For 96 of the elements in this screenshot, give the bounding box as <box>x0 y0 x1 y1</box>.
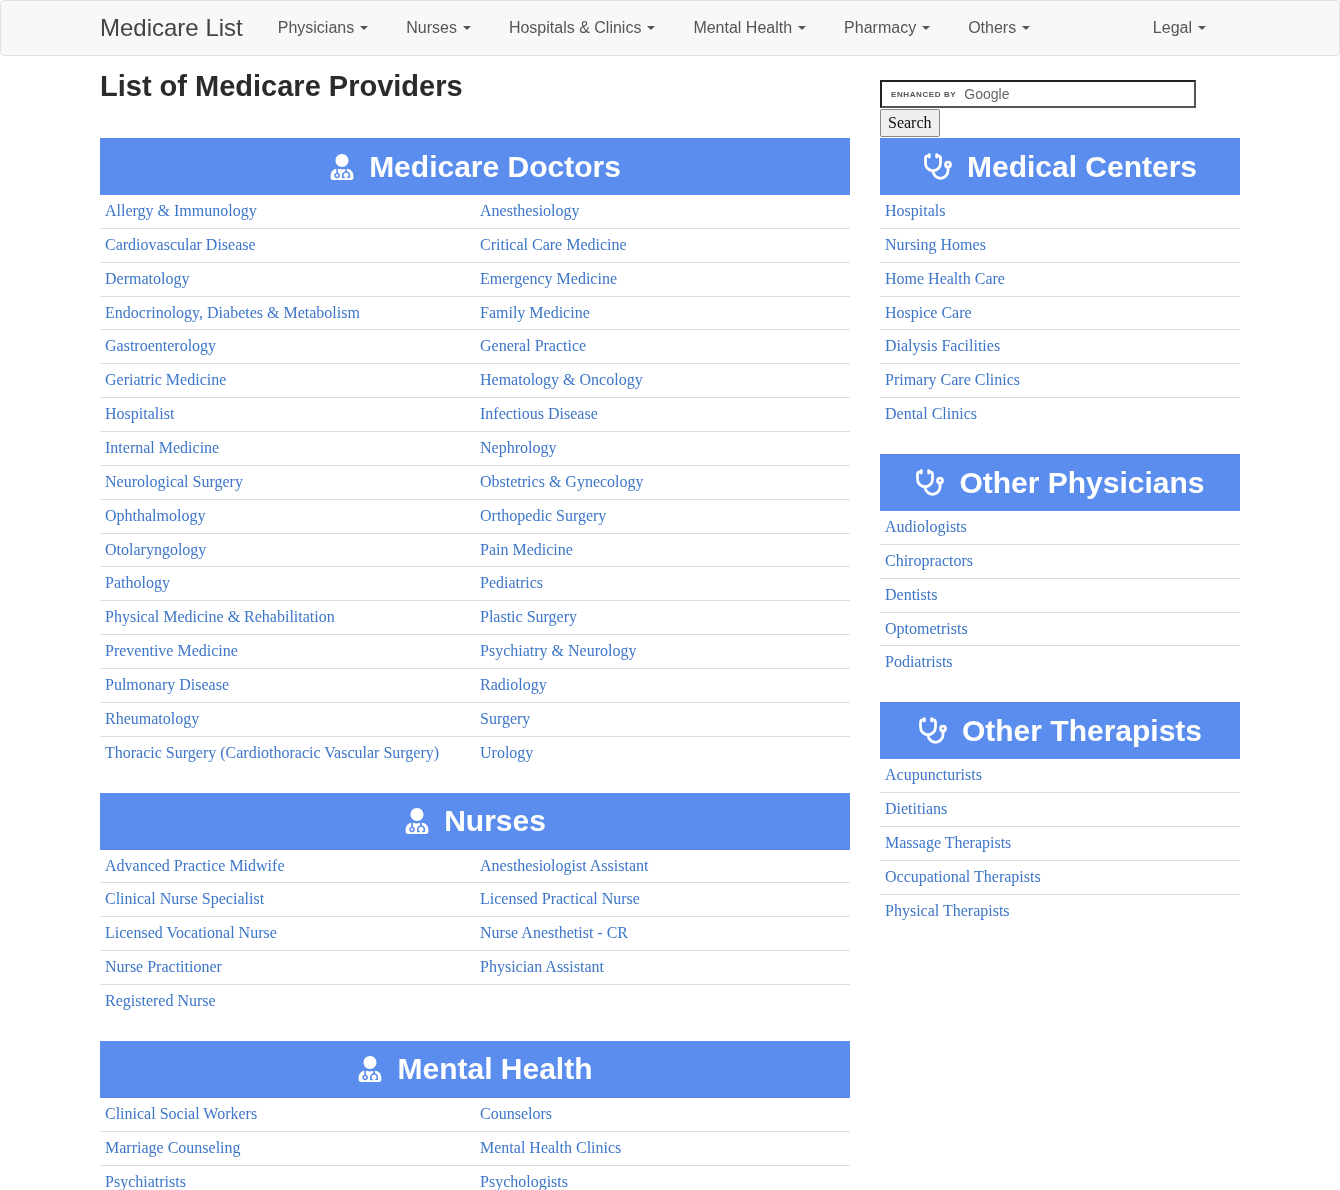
nav-menu[interactable]: Nurses <box>387 19 490 37</box>
category-link[interactable]: Plastic Surgery <box>480 608 578 626</box>
category-link[interactable]: Hospice Care <box>885 303 972 321</box>
category-link[interactable]: Registered Nurse <box>105 992 216 1010</box>
category-link[interactable]: Counselors <box>480 1104 552 1122</box>
category-link[interactable]: Acupuncturists <box>885 766 982 784</box>
category-link[interactable]: Pulmonary Disease <box>105 676 229 694</box>
category-link[interactable]: Nurse Practitioner <box>105 958 222 976</box>
category-link[interactable]: Critical Care Medicine <box>480 235 627 253</box>
category-link[interactable]: Dietitians <box>885 800 948 818</box>
category-link[interactable]: Obstetrics & Gynecology <box>480 472 644 490</box>
category-link[interactable]: Occupational Therapists <box>885 867 1041 885</box>
nav-menu[interactable]: Legal <box>1133 19 1225 37</box>
category-link[interactable]: Audiologists <box>885 518 967 535</box>
category-link[interactable]: Hospitals <box>885 202 946 219</box>
search-field[interactable]: ENHANCED BY Google <box>880 80 1196 108</box>
category-link[interactable]: Physical Therapists <box>885 901 1010 919</box>
category-link[interactable]: Pathology <box>105 574 170 592</box>
category-link[interactable]: Mental Health Clinics <box>480 1138 622 1156</box>
section-title: Medical Centers <box>966 149 1198 184</box>
category-link[interactable]: Psychiatry & Neurology <box>480 642 637 660</box>
category-link[interactable]: Thoracic Surgery (Cardiothoracic Vascular Surgery) <box>105 743 440 761</box>
section-title: Mental Health <box>397 1052 593 1087</box>
category-link[interactable]: Pediatrics <box>480 574 544 592</box>
category-link[interactable]: Otolaryngology <box>105 540 207 558</box>
category-link[interactable]: Infectious Disease <box>480 405 598 423</box>
category-link[interactable]: Anesthesiology <box>480 202 580 219</box>
caret-icon <box>798 26 807 30</box>
doctor-icon <box>357 1056 384 1083</box>
category-link[interactable]: Internal Medicine <box>105 439 220 456</box>
category-link[interactable]: Ophthalmology <box>105 506 206 524</box>
nav-menu[interactable]: Mental Health <box>674 19 826 37</box>
section-title: Other Physicians <box>959 465 1205 500</box>
category-link[interactable]: Orthopedic Surgery <box>480 506 607 524</box>
category-link[interactable]: Geriatric Medicine <box>105 371 227 389</box>
section-title: Nurses <box>444 804 546 839</box>
category-link[interactable]: Physical Medicine & Rehabilitation <box>105 608 335 626</box>
category-link[interactable]: Home Health Care <box>885 269 1005 287</box>
category-link[interactable]: Emergency Medicine <box>480 269 617 287</box>
caret-icon <box>462 26 471 30</box>
category-link[interactable]: Clinical Social Workers <box>105 1104 258 1122</box>
category-link[interactable]: Nephrology <box>480 439 557 456</box>
category-link[interactable]: Marriage Counseling <box>105 1138 241 1156</box>
category-link[interactable]: Hospitalist <box>105 405 175 423</box>
category-link[interactable]: Endocrinology, Diabetes & Metabolism <box>105 303 360 321</box>
category-link[interactable]: Hematology & Oncology <box>480 371 643 389</box>
caret-icon <box>922 26 931 30</box>
category-link[interactable]: General Practice <box>480 337 587 355</box>
stethoscope-icon <box>917 715 948 746</box>
category-link[interactable]: Neurological Surgery <box>105 472 243 490</box>
category-link[interactable]: Dentists <box>885 585 938 603</box>
caret-icon <box>647 26 656 30</box>
stethoscope-icon <box>915 467 946 498</box>
category-link[interactable]: Allergy & Immunology <box>105 202 257 219</box>
page-title: List of Medicare Providers <box>100 70 463 102</box>
category-link[interactable]: Preventive Medicine <box>105 642 238 660</box>
nav-menu[interactable]: Physicians <box>258 19 388 37</box>
doctor-icon <box>404 808 431 835</box>
category-link[interactable]: Dermatology <box>105 269 190 287</box>
site-brand[interactable]: Medicare List <box>100 14 243 42</box>
category-link[interactable]: Cardiovascular Disease <box>105 235 256 253</box>
search-button[interactable]: Search <box>880 109 940 137</box>
category-link[interactable]: Psychiatrists <box>105 1172 186 1190</box>
category-link[interactable]: Dialysis Facilities <box>885 337 1001 355</box>
nav-menu[interactable]: Others <box>949 19 1050 37</box>
doctor-icon <box>329 153 356 180</box>
category-link[interactable]: Urology <box>480 743 534 761</box>
section-title: Other Therapists <box>961 713 1203 748</box>
category-link[interactable]: Licensed Vocational Nurse <box>105 924 277 942</box>
nav-menu[interactable]: Hospitals & Clinics <box>489 19 675 37</box>
category-link[interactable]: Psychologists <box>480 1172 568 1190</box>
category-link[interactable]: Chiropractors <box>885 551 973 569</box>
category-link[interactable]: Rheumatology <box>105 709 200 727</box>
category-link[interactable]: Physician Assistant <box>480 958 604 976</box>
category-link[interactable]: Pain Medicine <box>480 540 573 558</box>
category-link[interactable]: Licensed Practical Nurse <box>480 890 640 908</box>
category-link[interactable]: Radiology <box>480 676 547 694</box>
caret-icon <box>1198 26 1206 30</box>
category-link[interactable]: Optometrists <box>885 619 968 637</box>
category-link[interactable]: Advanced Practice Midwife <box>105 856 285 874</box>
caret-icon <box>1022 26 1031 30</box>
category-link[interactable]: Primary Care Clinics <box>885 371 1021 389</box>
stethoscope-icon <box>922 151 953 182</box>
category-link[interactable]: Dental Clinics <box>885 405 977 423</box>
category-link[interactable]: Family Medicine <box>480 303 590 321</box>
category-link[interactable]: Podiatrists <box>885 653 953 671</box>
category-link[interactable]: Clinical Nurse Specialist <box>105 890 265 908</box>
section-title: Medicare Doctors <box>369 149 621 184</box>
category-link[interactable]: Massage Therapists <box>885 834 1012 852</box>
category-link[interactable]: Nurse Anesthetist - CR <box>480 924 628 942</box>
category-link[interactable]: Surgery <box>480 709 531 727</box>
nav-menu[interactable]: Pharmacy <box>825 19 950 37</box>
category-link[interactable]: Gastroenterology <box>105 337 217 355</box>
category-link[interactable]: Nursing Homes <box>885 235 986 253</box>
category-link[interactable]: Anesthesiologist Assistant <box>480 856 649 874</box>
caret-icon <box>360 26 369 30</box>
